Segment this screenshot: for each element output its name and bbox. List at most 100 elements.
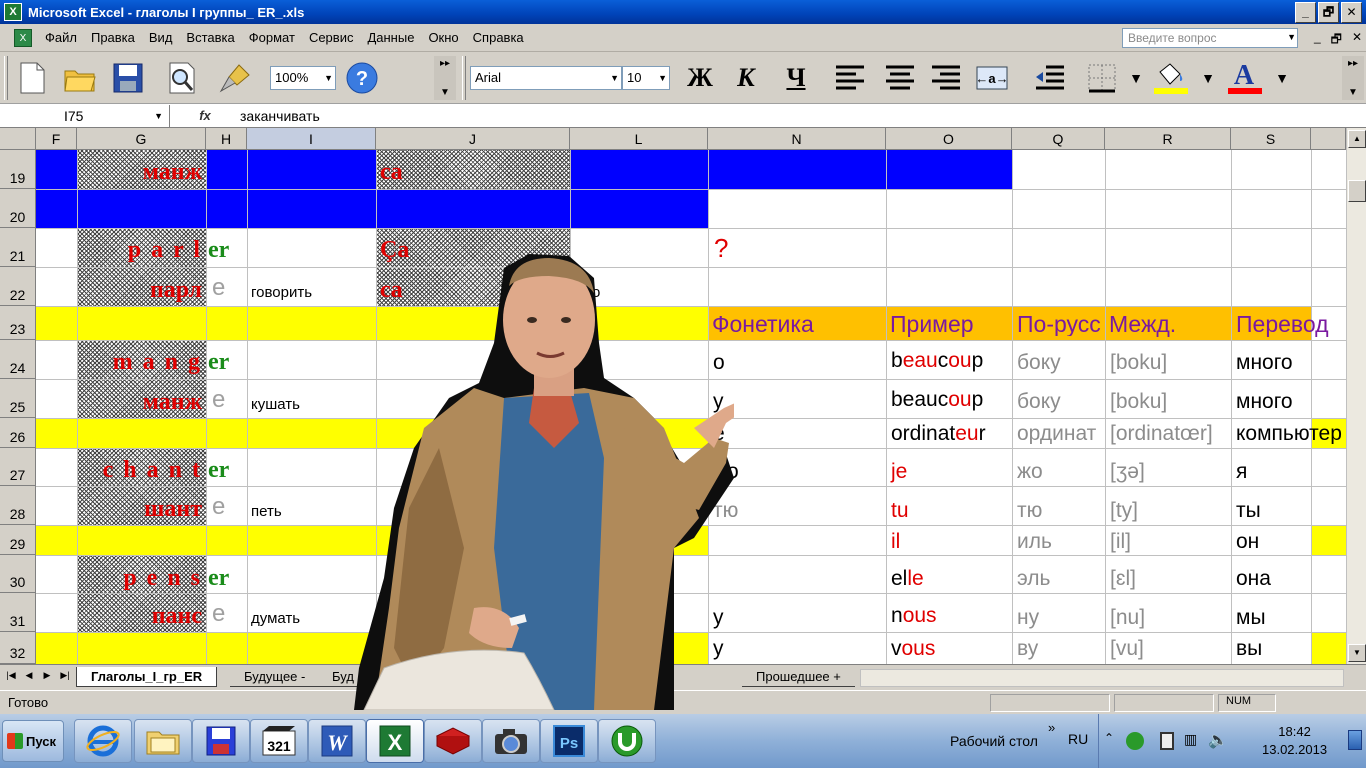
cell-i31[interactable]: думать [251,611,300,626]
cell-g21[interactable]: p a r l [128,238,202,262]
cell-q31[interactable]: ну [1017,607,1039,628]
cell-g25[interactable]: манж [143,390,202,414]
cell-s29[interactable]: он [1236,531,1259,552]
row-header[interactable]: 31 [0,593,36,632]
chevron-down-icon[interactable]: ▼ [1287,32,1296,42]
font-color-icon[interactable]: A [1226,60,1262,96]
column-header[interactable]: F [36,128,77,150]
formula-input[interactable]: заканчивать [240,108,320,124]
row-header[interactable]: 21 [0,228,36,267]
cell-r29[interactable]: [il] [1110,531,1131,552]
menu-help[interactable]: Справка [466,30,531,45]
column-header[interactable]: N [708,128,886,150]
chevron-down-icon[interactable]: ▼ [1124,60,1148,96]
cell-q29[interactable]: иль [1017,531,1052,552]
cell-q28[interactable]: тю [1017,500,1042,521]
cell-q24[interactable]: боку [1017,352,1061,373]
cell-g31[interactable]: панс [152,604,202,628]
excel-icon[interactable]: X [366,719,424,763]
internet-explorer-icon[interactable] [74,719,132,763]
chevron-down-icon[interactable]: ▼ [154,105,163,127]
cell-g28[interactable]: шант [144,497,202,521]
menu-view[interactable]: Вид [142,30,180,45]
cell-h30[interactable]: er [208,566,229,590]
show-desktop-button[interactable] [1348,730,1362,750]
utorrent-icon[interactable] [598,719,656,763]
row-header[interactable]: 22 [0,267,36,306]
row-header[interactable]: 30 [0,555,36,593]
excel-app-icon[interactable]: X [4,3,22,21]
decrease-indent-icon[interactable] [1032,60,1068,96]
header-example[interactable]: Пример [890,313,974,336]
cell-q30[interactable]: эль [1017,568,1050,589]
vertical-scrollbar[interactable]: ▲ ▼ [1346,128,1366,664]
word-icon[interactable]: W [308,719,366,763]
new-document-icon[interactable] [14,60,50,96]
cell-o24[interactable]: beaucoup [891,350,983,371]
header-russian[interactable]: По-русс [1017,313,1105,336]
open-folder-icon[interactable] [62,60,98,96]
toolbar-options-chevron[interactable]: ▸▸ ▼ [434,56,456,100]
cell-r28[interactable]: [ty] [1110,500,1138,521]
workbook-icon[interactable]: X [14,28,32,47]
cell-h25[interactable]: е [212,388,225,412]
cell-o26[interactable]: ordinateur [891,423,986,444]
media-player-icon[interactable]: 321 [250,719,308,763]
cell-i22[interactable]: говорить [251,285,312,300]
row-header[interactable]: 20 [0,189,36,228]
menu-window[interactable]: Окно [421,30,465,45]
row-header[interactable]: 19 [0,150,36,189]
toolbar-grip[interactable] [4,56,8,100]
menu-file[interactable]: Файл [38,30,84,45]
cell-o32[interactable]: vous [891,638,935,659]
sheet-tab[interactable]: Прошедшее + [742,667,855,687]
tray-expand-icon[interactable]: ⌃ [1104,731,1114,745]
font-name-select[interactable]: Arial ▼ [470,66,622,90]
row-header[interactable]: 25 [0,379,36,418]
explorer-folder-icon[interactable] [134,719,192,763]
help-question-input[interactable]: Введите вопрос [1122,28,1298,48]
start-button[interactable]: Пуск [2,720,64,762]
row-header[interactable]: 26 [0,418,36,448]
menu-data[interactable]: Данные [360,30,421,45]
cell-q25[interactable]: боку [1017,391,1061,412]
column-header[interactable]: O [886,128,1012,150]
cell-q27[interactable]: жо [1017,461,1043,482]
column-header[interactable]: J [376,128,570,150]
cell-g30[interactable]: p e n s [123,566,202,590]
align-center-icon[interactable] [882,60,918,96]
cell-h22[interactable]: е [212,276,225,300]
cell-s26[interactable]: компьютер [1236,423,1346,444]
cell-g19[interactable]: манж [143,160,202,184]
chevron-down-icon[interactable]: ▼ [1270,60,1294,96]
header-ipa[interactable]: Межд. [1109,313,1176,336]
safely-remove-icon[interactable] [1160,732,1174,750]
fill-color-icon[interactable] [1152,60,1188,96]
zoom-select[interactable]: 100% ▼ [270,66,336,90]
cell-s27[interactable]: я [1236,461,1247,482]
menu-edit[interactable]: Правка [84,30,142,45]
insert-function-icon[interactable]: fx [170,108,240,123]
cell-r31[interactable]: [nu] [1110,607,1145,628]
horizontal-scrollbar[interactable] [860,669,1344,687]
save-icon[interactable] [110,60,146,96]
restore-button[interactable]: 🗗 [1318,1,1339,23]
cell-g24[interactable]: m a n g [113,350,202,374]
cell-s32[interactable]: вы [1236,638,1262,659]
row-header[interactable]: 28 [0,486,36,525]
chevron-right-icon[interactable]: » [1048,720,1055,735]
toolbar-options-chevron[interactable]: ▸▸ ▼ [1342,56,1364,100]
cell-h21[interactable]: er [208,238,229,262]
doc-restore-button[interactable]: 🗗 [1331,30,1342,51]
header-translation[interactable]: Перевод [1236,313,1329,336]
align-right-icon[interactable] [928,60,964,96]
scroll-up-icon[interactable]: ▲ [1348,130,1366,148]
column-header[interactable]: Q [1012,128,1105,150]
scroll-thumb[interactable] [1348,180,1366,202]
first-sheet-icon[interactable]: |◀ [4,670,18,681]
cell-g27[interactable]: c h a n t [103,458,202,482]
format-painter-icon[interactable] [218,60,254,96]
name-box[interactable]: I75 ▼ [0,104,170,127]
column-header[interactable]: I [247,128,376,150]
cell-q26[interactable]: ординат [1017,423,1105,444]
